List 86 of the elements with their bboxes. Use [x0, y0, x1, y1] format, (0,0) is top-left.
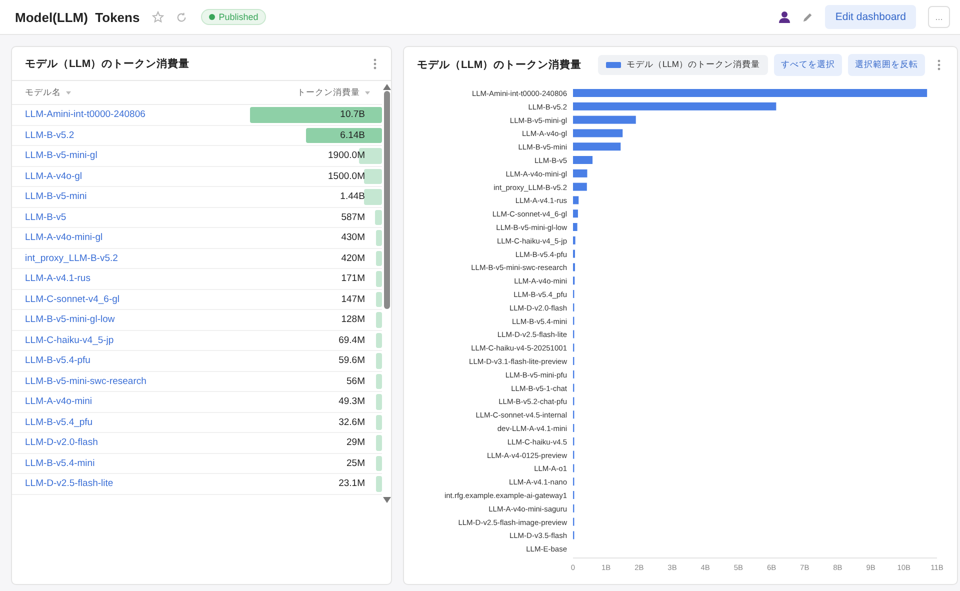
- token-count: 1900.0M: [328, 150, 365, 162]
- bar[interactable]: [573, 142, 621, 151]
- model-link[interactable]: LLM-D-v2.5-flash-lite: [25, 478, 114, 490]
- refresh-icon[interactable]: [176, 12, 187, 22]
- token-count: 29M: [346, 437, 365, 448]
- value-bar: [376, 435, 382, 450]
- token-count: 171M: [341, 273, 365, 284]
- bar[interactable]: [573, 116, 636, 124]
- token-count: 23.1M: [338, 478, 365, 490]
- token-count: 10.7B: [340, 109, 365, 120]
- token-count: 6.14B: [340, 130, 365, 141]
- model-link[interactable]: LLM-A-v4o-gl: [25, 170, 82, 182]
- value-bar: [376, 414, 382, 430]
- value-bar: [376, 456, 382, 471]
- value-bar: [376, 271, 382, 286]
- action-button[interactable]: 選択範囲を反転: [848, 54, 925, 76]
- panel-title: モデル（LLM）のトークン消費量: [25, 56, 190, 70]
- pencil-icon[interactable]: [802, 12, 814, 22]
- bar[interactable]: [573, 129, 623, 138]
- kebab-menu-icon[interactable]: [373, 58, 377, 70]
- scroll-up-icon[interactable]: [382, 84, 390, 90]
- value-bar: [376, 312, 382, 328]
- token-count: 1500.0M: [328, 170, 365, 182]
- value-bar: [376, 230, 382, 246]
- value-bar: [374, 210, 382, 225]
- model-link[interactable]: LLM-C-haiku-v4_5-jp: [25, 334, 114, 346]
- star-icon[interactable]: [152, 11, 164, 23]
- value-bar: [376, 250, 382, 266]
- dashboard-title: Model(LLM) Tokens: [15, 10, 140, 24]
- value-bar: [364, 168, 382, 184]
- token-count: 59.6M: [338, 355, 365, 366]
- token-count: 25M: [346, 458, 365, 469]
- model-link[interactable]: LLM-B-v5-mini-gl: [25, 150, 98, 162]
- value-bar: [376, 374, 382, 389]
- model-link[interactable]: LLM-B-v5-mini-swc-research: [25, 376, 146, 387]
- token-count: 1.44B: [340, 191, 365, 202]
- value-bar: [376, 353, 382, 368]
- value-bar: [376, 292, 382, 307]
- bar[interactable]: [573, 156, 593, 164]
- scroll-down-icon[interactable]: [382, 497, 390, 503]
- bar[interactable]: [573, 196, 579, 204]
- sort-icon[interactable]: [365, 90, 370, 94]
- model-link[interactable]: LLM-B-v5-mini: [25, 191, 87, 202]
- model-link[interactable]: LLM-C-sonnet-v4_6-gl: [25, 294, 120, 305]
- model-link[interactable]: LLM-B-v5.4_pfu: [25, 416, 93, 428]
- user-icon[interactable]: [779, 11, 790, 23]
- more-button[interactable]: ...: [928, 6, 950, 28]
- token-count: 49.3M: [338, 396, 365, 408]
- model-link[interactable]: int_proxy_LLM-B-v5.2: [25, 252, 118, 264]
- panel-title: モデル（LLM）のトークン消費量: [417, 58, 582, 72]
- bar[interactable]: [573, 169, 588, 178]
- kebab-menu-icon[interactable]: [937, 59, 941, 71]
- sort-icon[interactable]: [66, 90, 71, 94]
- token-count: 32.6M: [338, 416, 365, 428]
- token-count: 587M: [341, 212, 365, 223]
- column-header[interactable]: モデル名: [25, 86, 71, 98]
- model-link[interactable]: LLM-B-v5: [25, 212, 66, 223]
- model-link[interactable]: LLM-A-v4o-mini-gl: [25, 232, 103, 244]
- edit-dashboard-button[interactable]: Edit dashboard: [825, 5, 916, 29]
- token-count: 420M: [341, 252, 365, 264]
- model-link[interactable]: LLM-B-v5.4-pfu: [25, 355, 90, 366]
- token-count: 56M: [346, 376, 365, 387]
- model-link[interactable]: LLM-B-v5.4-mini: [25, 458, 95, 469]
- action-button[interactable]: すべてを選択: [774, 54, 842, 76]
- value-bar: [376, 332, 382, 348]
- bar[interactable]: [573, 236, 576, 244]
- bar[interactable]: [573, 102, 776, 110]
- column-header[interactable]: トークン消費量: [297, 86, 370, 98]
- model-link[interactable]: LLM-A-v4o-mini: [25, 396, 92, 408]
- status-badge: Published: [200, 9, 266, 25]
- token-count: 147M: [341, 294, 365, 305]
- model-link[interactable]: LLM-D-v2.0-flash: [25, 437, 98, 448]
- value-bar: [364, 189, 382, 204]
- bar[interactable]: [573, 223, 578, 231]
- token-count: 128M: [341, 314, 365, 326]
- model-link[interactable]: LLM-B-v5-mini-gl-low: [25, 314, 115, 326]
- value-bar: [376, 394, 382, 410]
- value-bar: [376, 476, 382, 492]
- bar[interactable]: [573, 182, 587, 191]
- bar[interactable]: [573, 210, 578, 218]
- token-count: 69.4M: [338, 334, 365, 346]
- token-count: 430M: [341, 232, 365, 244]
- model-link[interactable]: LLM-A-v4.1-rus: [25, 273, 90, 284]
- model-link[interactable]: LLM-B-v5.2: [25, 130, 74, 141]
- legend-item[interactable]: モデル（LLM）のトークン消費量: [598, 55, 768, 75]
- model-link[interactable]: LLM-Amini-int-t0000-240806: [25, 109, 146, 120]
